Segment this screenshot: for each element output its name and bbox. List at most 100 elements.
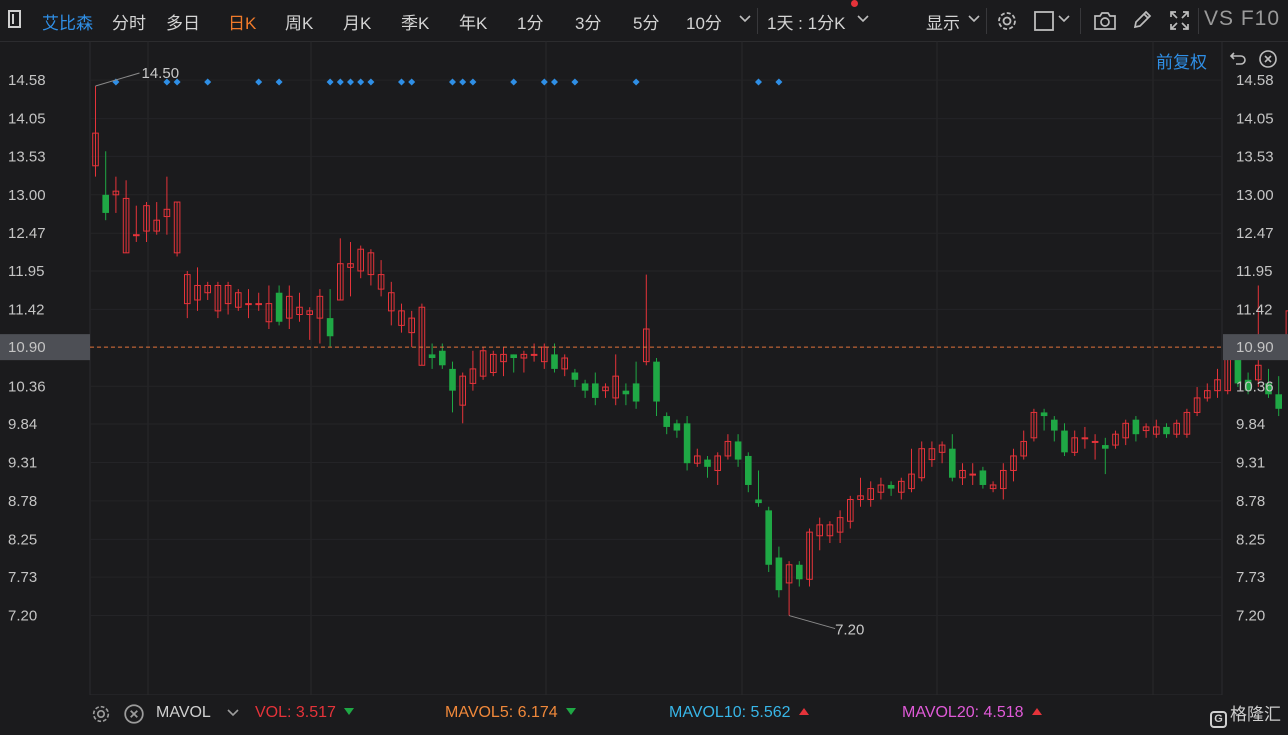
interval-select[interactable]: 1天 : 1分K [767, 9, 845, 34]
notification-dot [851, 0, 858, 7]
divider [1198, 8, 1199, 34]
candle-body [949, 448, 956, 478]
candle-body [887, 484, 895, 489]
candle-body [592, 383, 599, 398]
indicator-name[interactable]: MAVOL [156, 704, 211, 722]
y-tick-label: 13.00 [1236, 187, 1274, 204]
chevron-down-icon[interactable] [967, 12, 981, 31]
tab-5min[interactable]: 5分 [633, 9, 659, 34]
candle-body [622, 390, 630, 395]
candle-body [734, 441, 742, 460]
sidebar-toggle-icon[interactable] [8, 10, 21, 28]
tab-yearly-k[interactable]: 年K [459, 9, 487, 34]
candle-body [1051, 419, 1058, 431]
y-tick-label: 14.58 [1236, 72, 1274, 89]
candle-body [663, 416, 670, 427]
event-marker-icon [367, 78, 375, 86]
min-pointer [788, 615, 836, 630]
tab-10min[interactable]: 10分 [686, 9, 722, 34]
candle-body [1102, 445, 1109, 449]
y-tick-label: 8.78 [8, 493, 37, 510]
indicator-bar: MAVOL VOL: 3.517 MAVOL5: 6.174 MAVOL10: … [0, 695, 1288, 735]
vol-value: VOL: 3.517 [255, 704, 354, 722]
y-tick-label: 10.36 [1236, 378, 1274, 395]
gear-icon[interactable] [995, 9, 1019, 38]
undo-icon[interactable] [1228, 49, 1248, 74]
candle-body [449, 368, 456, 391]
event-marker-icon [632, 78, 640, 86]
tab-monthly-k[interactable]: 月K [343, 9, 371, 34]
y-tick-label: 11.42 [1236, 301, 1272, 318]
tab-3min[interactable]: 3分 [575, 9, 601, 34]
candle-body [979, 470, 987, 485]
event-marker-icon [540, 78, 548, 86]
tab-quarterly-k[interactable]: 季K [401, 9, 429, 34]
y-tick-label: 14.05 [8, 111, 46, 128]
candle-body [581, 383, 589, 391]
candle-body [530, 353, 538, 356]
y-tick-label: 7.20 [1236, 608, 1265, 625]
max-price-label: 14.50 [142, 65, 180, 82]
event-marker-icon [449, 78, 456, 86]
tab-intraday[interactable]: 分时 [112, 9, 146, 34]
event-marker-icon [336, 78, 344, 86]
chevron-down-icon[interactable] [856, 12, 870, 31]
candle-body [704, 459, 711, 467]
candle-body [1275, 394, 1282, 409]
mavol5-value: MAVOL5: 6.174 [445, 704, 576, 722]
y-tick-label: 8.78 [1236, 493, 1265, 510]
tab-multiday[interactable]: 多日 [166, 9, 200, 34]
checkbox-icon[interactable] [1033, 10, 1055, 37]
gear-icon[interactable] [90, 703, 112, 730]
tab-1min[interactable]: 1分 [517, 9, 543, 34]
y-tick-label: 13.53 [8, 148, 46, 165]
adjust-mode[interactable]: 前复权 [1156, 48, 1207, 73]
y-tick-label: 11.42 [8, 301, 44, 318]
y-tick-label: 10.36 [8, 378, 46, 395]
tab-weekly-k[interactable]: 周K [285, 9, 313, 34]
watermark-logo: G 格隆汇 [1210, 700, 1281, 728]
candle-body [245, 303, 252, 306]
candle-body [439, 350, 446, 366]
candle-body [632, 383, 640, 402]
y-tick-label: 9.84 [1236, 416, 1265, 433]
y-axis-labels: 14.58 14.58 14.05 14.05 13.53 13.53 13.00 13.00… [8, 72, 1274, 624]
candle-body [683, 423, 691, 464]
vs-f10-link[interactable]: VS F10 [1204, 7, 1280, 31]
stock-name[interactable]: 艾比森 [42, 9, 93, 34]
candle-body [510, 354, 517, 359]
event-marker-icon [326, 78, 334, 86]
y-tick-label: 12.47 [8, 225, 46, 242]
event-marker-icon [755, 78, 762, 86]
chevron-down-icon[interactable] [738, 12, 752, 31]
arrow-up-icon [798, 708, 809, 715]
tab-daily-k[interactable]: 日K [228, 9, 256, 34]
chevron-down-icon[interactable] [1057, 12, 1071, 31]
display-menu[interactable]: 显示 [926, 9, 960, 34]
divider [986, 8, 987, 34]
y-tick-label: 14.05 [1236, 111, 1274, 128]
y-tick-label: 7.73 [1236, 569, 1265, 586]
divider [1080, 8, 1081, 34]
event-marker-icon [510, 78, 518, 86]
event-marker-icon [255, 78, 263, 86]
max-pointer [95, 72, 140, 87]
event-marker-icon [398, 78, 405, 86]
candle-body [1132, 419, 1140, 435]
pencil-icon[interactable] [1131, 9, 1153, 36]
close-icon[interactable] [1258, 49, 1278, 74]
event-marker-icon [469, 78, 477, 86]
candle-body [765, 510, 772, 565]
event-marker-icon [459, 78, 467, 86]
camera-icon[interactable] [1093, 10, 1117, 37]
candle-body [571, 372, 579, 380]
top-toolbar: 艾比森 分时 多日 日K 周K 月K 季K 年K 1分 3分 5分 10分 1天… [0, 0, 1288, 42]
fullscreen-icon[interactable] [1168, 9, 1191, 37]
event-marker-icon [408, 78, 416, 86]
candle-body [133, 234, 140, 237]
close-icon[interactable] [123, 703, 145, 730]
chevron-down-icon[interactable] [226, 706, 240, 725]
arrow-down-icon [343, 708, 354, 715]
y-tick-label: 7.20 [8, 608, 37, 625]
y-tick-label: 9.31 [8, 454, 37, 471]
